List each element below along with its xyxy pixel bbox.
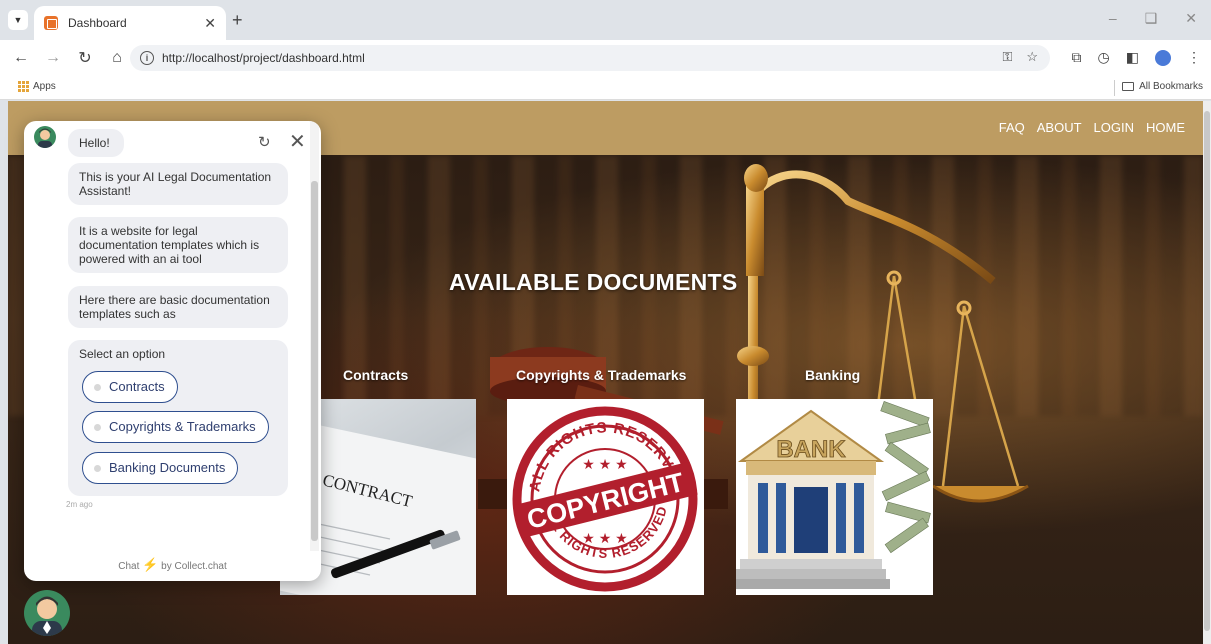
side-panel-icon[interactable]: ◧	[1126, 49, 1139, 66]
chat-footer[interactable]: Chat ⚡ by Collect.chat	[24, 557, 321, 573]
tab-strip: ▼ Dashboard ✕ + – ❑ ✕	[0, 0, 1211, 40]
minimize-icon[interactable]: –	[1109, 10, 1117, 27]
chat-option-banking[interactable]: Banking Documents	[82, 452, 239, 484]
svg-text:★ ★ ★: ★ ★ ★	[582, 530, 627, 546]
chat-option-contracts[interactable]: Contracts	[82, 371, 178, 403]
page-title: AVAILABLE DOCUMENTS	[449, 269, 738, 295]
tab-title: Dashboard	[68, 16, 127, 30]
all-bookmarks-button[interactable]: All Bookmarks	[1122, 81, 1203, 92]
chat-timestamp: 2m ago	[66, 500, 93, 509]
category-label-contracts: Contracts	[343, 367, 409, 383]
chat-launcher-button[interactable]	[24, 590, 70, 636]
site-nav: FAQ ABOUT LOGIN HOME	[999, 120, 1185, 135]
extensions-icon[interactable]: ⧉	[1072, 49, 1082, 66]
chat-close-icon[interactable]: ✕	[289, 129, 306, 154]
chat-message-intro: This is your AI Legal Documentation Assi…	[68, 163, 288, 205]
category-label-copyrights: Copyrights & Trademarks	[516, 367, 687, 383]
tab-search-chevron-icon[interactable]: ▼	[8, 10, 28, 30]
category-label-banking: Banking	[805, 367, 861, 383]
copyright-card[interactable]: ALL RIGHTS RESERVED ALL RIGHTS RESERVED …	[507, 399, 704, 595]
bank-building-image: BANK	[736, 401, 931, 589]
chat-option-label: Copyrights & Trademarks	[109, 419, 256, 434]
chat-launcher-avatar-icon	[32, 596, 62, 636]
nav-home[interactable]: HOME	[1146, 120, 1185, 135]
bookmarks-bar: Apps All Bookmarks	[0, 76, 1211, 100]
favicon-icon	[44, 16, 58, 30]
menu-kebab-icon[interactable]: ⋮	[1187, 49, 1201, 66]
lightning-bolt-icon: ⚡	[142, 557, 159, 572]
chat-option-label: Banking Documents	[109, 460, 226, 475]
tab-close-icon[interactable]: ✕	[204, 15, 216, 32]
home-icon[interactable]: ⌂	[106, 49, 128, 67]
history-icon[interactable]: ◷	[1098, 49, 1110, 66]
bookmark-star-icon[interactable]: ☆	[1026, 49, 1038, 65]
copyright-seal-image: ALL RIGHTS RESERVED ALL RIGHTS RESERVED …	[512, 406, 698, 592]
chat-message-hello: Hello!	[68, 129, 124, 157]
new-tab-icon[interactable]: +	[232, 10, 243, 31]
bank-sign-text: BANK	[776, 436, 846, 463]
bookmarks-divider	[1114, 80, 1115, 96]
chat-widget: ↻ ✕ Hello! This is your AI Legal Documen…	[24, 121, 321, 581]
chat-message-templates: Here there are basic documentation templ…	[68, 286, 288, 328]
nav-about[interactable]: ABOUT	[1037, 120, 1082, 135]
folder-icon	[1122, 82, 1135, 91]
restore-icon[interactable]: ❑	[1145, 10, 1158, 27]
chat-footer-prefix: Chat	[118, 561, 140, 572]
password-key-icon[interactable]: ⚿	[1002, 49, 1012, 65]
bot-avatar-icon	[38, 128, 52, 148]
page-scrollbar-thumb[interactable]	[1204, 111, 1210, 631]
nav-login[interactable]: LOGIN	[1094, 120, 1134, 135]
all-bookmarks-label: All Bookmarks	[1139, 81, 1203, 92]
chat-restart-icon[interactable]: ↻	[258, 133, 271, 151]
chat-scrollbar[interactable]	[310, 121, 319, 551]
chat-option-copyrights[interactable]: Copyrights & Trademarks	[82, 411, 269, 443]
option-radio-icon	[94, 464, 101, 472]
site-info-icon[interactable]: i	[140, 51, 154, 65]
back-icon[interactable]: ←	[10, 49, 32, 67]
chat-message-about: It is a website for legal documentation …	[68, 217, 288, 273]
reload-icon[interactable]: ↻	[74, 48, 96, 68]
page-scrollbar[interactable]	[1203, 101, 1211, 644]
bot-avatar	[34, 126, 56, 148]
bank-card[interactable]: BANK	[736, 399, 933, 595]
browser-toolbar: ← → ↻ ⌂ i http://localhost/project/dashb…	[0, 40, 1211, 76]
address-bar[interactable]: i http://localhost/project/dashboard.htm…	[130, 45, 1050, 71]
svg-text:★ ★ ★: ★ ★ ★	[582, 456, 627, 472]
url-text[interactable]: http://localhost/project/dashboard.html	[162, 51, 365, 65]
option-radio-icon	[94, 383, 101, 391]
chat-select-prompt: Select an option	[79, 347, 166, 361]
chat-option-label: Contracts	[109, 379, 165, 394]
forward-icon[interactable]: →	[42, 49, 64, 67]
chat-option-group: Select an option Contracts Copyrights & …	[68, 340, 288, 496]
chat-footer-brand: by Collect.chat	[161, 561, 227, 572]
apps-shortcut[interactable]: Apps	[18, 81, 56, 92]
nav-faq[interactable]: FAQ	[999, 120, 1025, 135]
window-close-icon[interactable]: ✕	[1185, 10, 1197, 27]
option-radio-icon	[94, 423, 101, 431]
apps-grid-icon	[18, 81, 29, 92]
tab-dashboard[interactable]: Dashboard ✕	[34, 6, 226, 40]
window-controls: – ❑ ✕	[1109, 10, 1197, 27]
chat-scrollbar-thumb[interactable]	[311, 181, 318, 541]
apps-label: Apps	[33, 81, 56, 92]
profile-avatar-icon[interactable]	[1155, 49, 1171, 66]
